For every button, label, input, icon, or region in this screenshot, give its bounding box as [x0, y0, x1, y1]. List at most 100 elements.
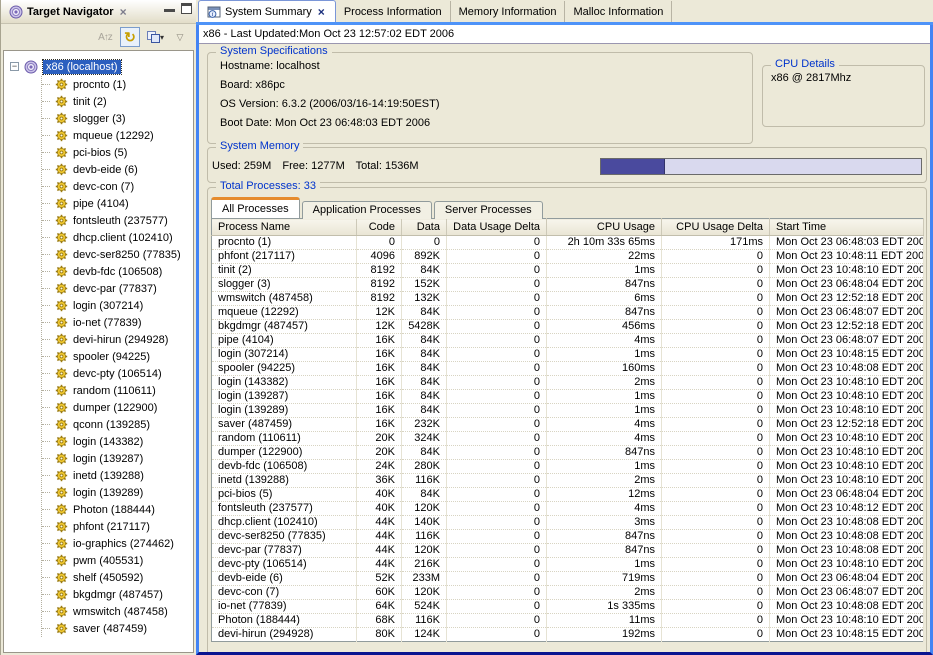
column-header-code[interactable]: Code [357, 219, 402, 236]
table-row[interactable]: devb-eide (6)52K233M0719ms0Mon Oct 23 06… [212, 572, 924, 586]
table-row[interactable]: wmswitch (487458)8192132K06ms0Mon Oct 23… [212, 292, 924, 306]
table-row[interactable]: Photon (188444)68K116K011ms0Mon Oct 23 1… [212, 614, 924, 628]
tree-item[interactable]: dumper (122900) [42, 399, 193, 416]
table-row[interactable]: login (307214)16K84K01ms0Mon Oct 23 10:4… [212, 348, 924, 362]
tab-target-navigator[interactable]: Target Navigator × [5, 3, 133, 21]
tree-connector [42, 237, 50, 238]
tree-item[interactable]: pipe (4104) [42, 195, 193, 212]
tab-server-processes[interactable]: Server Processes [434, 201, 543, 219]
table-row[interactable]: slogger (3)8192152K0847ns0Mon Oct 23 06:… [212, 278, 924, 292]
tree-item[interactable]: random (110611) [42, 382, 193, 399]
table-row[interactable]: procnto (1)0002h 10m 33s 65ms171msMon Oc… [212, 236, 924, 250]
tree-item[interactable]: spooler (94225) [42, 348, 193, 365]
table-row[interactable]: devc-pty (106514)44K216K01ms0Mon Oct 23 … [212, 558, 924, 572]
table-row[interactable]: login (139287)16K84K01ms0Mon Oct 23 10:4… [212, 390, 924, 404]
close-icon[interactable]: × [316, 5, 327, 19]
column-header-process-name[interactable]: Process Name [212, 219, 357, 236]
tree-item[interactable]: saver (487459) [42, 620, 193, 637]
tab-system-summary[interactable]: i System Summary × [198, 0, 336, 22]
view-menu-icon[interactable]: ▽ [170, 27, 190, 47]
column-header-data-usage-delta[interactable]: Data Usage Delta [447, 219, 547, 236]
gear-process-icon [55, 537, 68, 550]
tree-item[interactable]: devc-par (77837) [42, 280, 193, 297]
tree-item[interactable]: login (307214) [42, 297, 193, 314]
table-row[interactable]: saver (487459)16K232K04ms0Mon Oct 23 12:… [212, 418, 924, 432]
tree-item[interactable]: devi-hirun (294928) [42, 331, 193, 348]
table-row[interactable]: tinit (2)819284K01ms0Mon Oct 23 10:48:10… [212, 264, 924, 278]
tab-process-information[interactable]: Process Information [336, 1, 451, 22]
table-cell: 0 [447, 474, 547, 488]
column-header-start-time[interactable]: Start Time [770, 219, 924, 236]
tree-item[interactable]: Photon (188444) [42, 501, 193, 518]
column-header-data[interactable]: Data [402, 219, 447, 236]
minimize-icon[interactable] [164, 3, 175, 12]
tree-item-label: login (139287) [73, 453, 143, 465]
table-row[interactable]: devb-fdc (106508)24K280K01ms0Mon Oct 23 … [212, 460, 924, 474]
table-row[interactable]: devc-ser8250 (77835)44K116K0847ns0Mon Oc… [212, 530, 924, 544]
close-icon[interactable]: × [118, 5, 129, 19]
refresh-icon[interactable]: ↻ [120, 27, 140, 47]
table-row[interactable]: devc-par (77837)44K120K0847ns0Mon Oct 23… [212, 544, 924, 558]
tab-all-processes[interactable]: All Processes [211, 197, 300, 218]
tree-item[interactable]: devc-pty (106514) [42, 365, 193, 382]
tree-item[interactable]: login (143382) [42, 433, 193, 450]
tree-root-label[interactable]: x86 (localhost) [43, 60, 121, 74]
tree-item[interactable]: io-net (77839) [42, 314, 193, 331]
tree-item[interactable]: wmswitch (487458) [42, 603, 193, 620]
tree-item[interactable]: qconn (139285) [42, 416, 193, 433]
tree-item[interactable]: slogger (3) [42, 110, 193, 127]
tree-item[interactable]: shelf (450592) [42, 569, 193, 586]
tree-item[interactable]: phfont (217117) [42, 518, 193, 535]
tree-collapse-icon[interactable]: − [10, 62, 19, 71]
column-header-cpu-usage-delta[interactable]: CPU Usage Delta [662, 219, 770, 236]
column-header-cpu-usage[interactable]: CPU Usage [547, 219, 662, 236]
tree-item[interactable]: devc-ser8250 (77835) [42, 246, 193, 263]
reconnect-icon[interactable]: ▾ [145, 27, 165, 47]
tree-item[interactable]: inetd (139288) [42, 467, 193, 484]
gear-process-icon [55, 384, 68, 397]
table-row[interactable]: bkgdmgr (487457)12K5428K0456ms0Mon Oct 2… [212, 320, 924, 334]
table-row[interactable]: random (110611)20K324K04ms0Mon Oct 23 10… [212, 432, 924, 446]
table-row[interactable]: devc-con (7)60K120K02ms0Mon Oct 23 06:48… [212, 586, 924, 600]
tree-item[interactable]: dhcp.client (102410) [42, 229, 193, 246]
table-cell: 0 [662, 362, 770, 376]
table-row[interactable]: spooler (94225)16K84K0160ms0Mon Oct 23 1… [212, 362, 924, 376]
table-row[interactable]: dumper (122900)20K84K0847ns0Mon Oct 23 1… [212, 446, 924, 460]
table-row[interactable]: devi-hirun (294928)80K124K0192ms0Mon Oct… [212, 628, 924, 642]
table-cell: 0 [357, 236, 402, 250]
table-row[interactable]: inetd (139288)36K116K02ms0Mon Oct 23 10:… [212, 474, 924, 488]
table-row[interactable]: pci-bios (5)40K84K012ms0Mon Oct 23 06:48… [212, 488, 924, 502]
maximize-icon[interactable] [181, 3, 192, 14]
tree-item[interactable]: pwm (405531) [42, 552, 193, 569]
tab-malloc-information[interactable]: Malloc Information [565, 1, 672, 22]
tab-memory-information[interactable]: Memory Information [451, 1, 566, 22]
table-cell: 216K [402, 558, 447, 572]
table-row[interactable]: mqueue (12292)12K84K0847ns0Mon Oct 23 06… [212, 306, 924, 320]
tree-item[interactable]: pci-bios (5) [42, 144, 193, 161]
table-cell: 84K [402, 376, 447, 390]
tree-item[interactable]: login (139289) [42, 484, 193, 501]
tree-item[interactable]: devb-eide (6) [42, 161, 193, 178]
table-row[interactable]: login (139289)16K84K01ms0Mon Oct 23 10:4… [212, 404, 924, 418]
tree-item[interactable]: procnto (1) [42, 76, 193, 93]
table-row[interactable]: dhcp.client (102410)44K140K03ms0Mon Oct … [212, 516, 924, 530]
tree-item[interactable]: devc-con (7) [42, 178, 193, 195]
tree-item[interactable]: bkgdmgr (487457) [42, 586, 193, 603]
table-row[interactable]: io-net (77839)64K524K01s 335ms0Mon Oct 2… [212, 600, 924, 614]
table-cell: Mon Oct 23 12:52:18 EDT 2006 [770, 292, 924, 306]
table-row[interactable]: pipe (4104)16K84K04ms0Mon Oct 23 06:48:0… [212, 334, 924, 348]
memory-row: Used: 259M Free: 1277M Total: 1536M [208, 148, 926, 182]
table-row[interactable]: login (143382)16K84K02ms0Mon Oct 23 10:4… [212, 376, 924, 390]
tree-item[interactable]: tinit (2) [42, 93, 193, 110]
sort-az-icon[interactable]: A↑z [95, 27, 115, 47]
tree-root-item[interactable]: − x86 (localhost) [4, 57, 193, 76]
table-row[interactable]: fontsleuth (237577)40K120K04ms0Mon Oct 2… [212, 502, 924, 516]
tree-item[interactable]: login (139287) [42, 450, 193, 467]
table-cell: 0 [447, 404, 547, 418]
tab-application-processes[interactable]: Application Processes [302, 201, 432, 219]
tree-item[interactable]: io-graphics (274462) [42, 535, 193, 552]
tree-item[interactable]: mqueue (12292) [42, 127, 193, 144]
table-row[interactable]: phfont (217117)4096892K022ms0Mon Oct 23 … [212, 250, 924, 264]
tree-item[interactable]: fontsleuth (237577) [42, 212, 193, 229]
tree-item[interactable]: devb-fdc (106508) [42, 263, 193, 280]
